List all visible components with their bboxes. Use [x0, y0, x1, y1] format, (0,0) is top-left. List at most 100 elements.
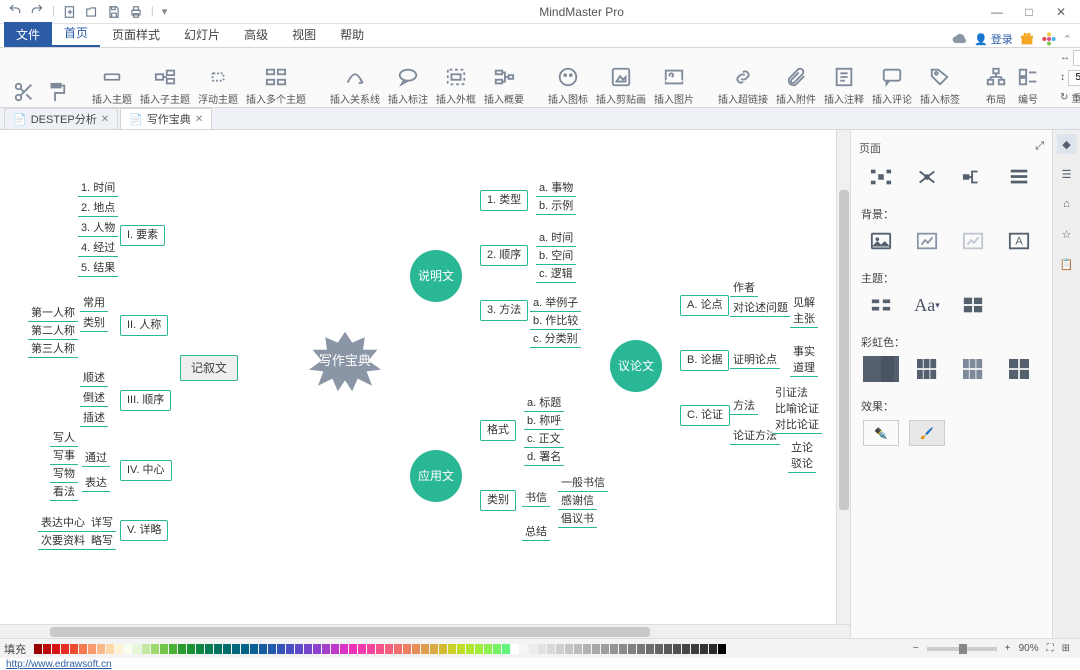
color-swatch[interactable]	[205, 644, 213, 654]
sidetab-clipart[interactable]: ☆	[1057, 224, 1077, 244]
color-swatch[interactable]	[700, 644, 708, 654]
color-swatch[interactable]	[43, 644, 51, 654]
mindmap-node[interactable]: b. 作比较	[530, 313, 581, 330]
insert-subtopic-button[interactable]: 插入子主题	[136, 50, 194, 106]
mindmap-node[interactable]: II. 人称	[120, 315, 168, 336]
color-swatch[interactable]	[709, 644, 717, 654]
effect-pen[interactable]: ✒️	[863, 420, 899, 446]
horizontal-scrollbar[interactable]	[0, 624, 850, 638]
layout-preset-2[interactable]	[909, 164, 945, 190]
theme-preset-1[interactable]	[863, 292, 899, 318]
mindmap-node[interactable]: A. 论点	[680, 295, 729, 316]
menu-tab-help[interactable]: 帮助	[328, 22, 376, 47]
theme-color-button[interactable]	[955, 292, 991, 318]
clipart-button[interactable]: 插入剪贴画	[592, 50, 650, 106]
mindmap-node[interactable]: a. 举例子	[530, 295, 581, 312]
mindmap-node[interactable]: 5. 结果	[78, 260, 118, 277]
insert-multi-button[interactable]: 插入多个主题	[242, 50, 310, 106]
mindmap-node[interactable]: 驳论	[788, 456, 816, 473]
mindmap-node[interactable]: 立论	[788, 440, 816, 457]
image-button[interactable]: 插入图片	[650, 50, 698, 106]
hyperlink-button[interactable]: 插入超链接	[714, 50, 772, 106]
color-swatch[interactable]	[475, 644, 483, 654]
print-icon[interactable]	[129, 5, 143, 19]
mindmap-node[interactable]: 第一人称	[28, 305, 78, 322]
mindmap-node[interactable]: 写物	[50, 466, 78, 483]
color-swatch[interactable]	[34, 644, 42, 654]
doc-tab-destep[interactable]: 📄 DESTEP分析 ✕	[4, 108, 118, 129]
layout-preset-4[interactable]	[1001, 164, 1037, 190]
close-button[interactable]: ✕	[1052, 5, 1070, 19]
mindmap-node[interactable]: 插述	[80, 410, 108, 427]
color-swatch[interactable]	[61, 644, 69, 654]
color-swatch[interactable]	[592, 644, 600, 654]
color-swatch[interactable]	[331, 644, 339, 654]
mindmap-node[interactable]: IV. 中心	[120, 460, 172, 481]
mindmap-node[interactable]: 记叙文	[180, 355, 238, 381]
menu-tab-view[interactable]: 视图	[280, 22, 328, 47]
vendor-link[interactable]: http://www.edrawsoft.cn	[0, 659, 112, 670]
callout-button[interactable]: 插入标注	[384, 50, 432, 106]
color-swatch[interactable]	[241, 644, 249, 654]
color-swatch[interactable]	[367, 644, 375, 654]
color-swatch[interactable]	[286, 644, 294, 654]
mindmap-node[interactable]: 3. 方法	[480, 300, 528, 321]
color-swatch[interactable]	[313, 644, 321, 654]
mindmap-node[interactable]: 通过	[82, 450, 110, 467]
flower-icon[interactable]	[1041, 31, 1057, 47]
mindmap-node[interactable]: a. 事物	[536, 180, 576, 197]
color-swatch[interactable]	[124, 644, 132, 654]
mindmap-node[interactable]: 3. 人物	[78, 220, 118, 237]
save-icon[interactable]	[107, 5, 121, 19]
mindmap-node[interactable]: 对论述问题	[730, 300, 791, 317]
mindmap-node[interactable]: 第二人称	[28, 323, 78, 340]
rainbow-4[interactable]	[1001, 356, 1037, 382]
color-swatch[interactable]	[349, 644, 357, 654]
color-swatch[interactable]	[601, 644, 609, 654]
mindmap-node[interactable]: 比喻论证	[772, 401, 822, 418]
mindmap-node[interactable]: 主张	[790, 311, 818, 328]
sidetab-outline[interactable]: ☰	[1057, 164, 1077, 184]
mindmap-node[interactable]: 引证法	[772, 385, 811, 402]
color-swatch[interactable]	[574, 644, 582, 654]
mindmap-node[interactable]: 应用文	[410, 450, 462, 502]
effect-brush[interactable]: 🖌️	[909, 420, 945, 446]
color-swatch[interactable]	[556, 644, 564, 654]
mindmap-node[interactable]: 倡议书	[558, 511, 597, 528]
color-swatch[interactable]	[484, 644, 492, 654]
zoom-in-icon[interactable]: +	[1005, 643, 1011, 654]
mindmap-node[interactable]: C. 论证	[680, 405, 730, 426]
mindmap-node[interactable]: c. 分类别	[530, 331, 581, 348]
mindmap-node[interactable]: 详写	[88, 515, 116, 532]
gift-icon[interactable]	[1019, 31, 1035, 47]
scissors-button[interactable]	[8, 50, 40, 106]
number-button[interactable]: 编号	[1012, 50, 1044, 106]
open-icon[interactable]	[85, 5, 99, 19]
color-swatch[interactable]	[547, 644, 555, 654]
summary-button[interactable]: 插入概要	[480, 50, 528, 106]
color-swatch[interactable]	[376, 644, 384, 654]
mindmap-node[interactable]: 类别	[480, 490, 516, 511]
mindmap-node[interactable]: 常用	[80, 295, 108, 312]
mindmap-node[interactable]: B. 论据	[680, 350, 729, 371]
mindmap-node[interactable]: 2. 地点	[78, 200, 118, 217]
color-swatch[interactable]	[637, 644, 645, 654]
color-swatch[interactable]	[628, 644, 636, 654]
color-swatch[interactable]	[169, 644, 177, 654]
color-swatch[interactable]	[610, 644, 618, 654]
bg-preset-3[interactable]	[955, 228, 991, 254]
color-swatch[interactable]	[655, 644, 663, 654]
mindmap-node[interactable]: 见解	[790, 295, 818, 312]
color-swatch[interactable]	[295, 644, 303, 654]
login-link[interactable]: 👤 登录	[974, 31, 1013, 47]
minimize-button[interactable]: —	[988, 5, 1006, 19]
comment-button[interactable]: 插入评论	[868, 50, 916, 106]
mindmap-node[interactable]: 一般书信	[558, 475, 608, 492]
color-swatch[interactable]	[277, 644, 285, 654]
mindmap-node[interactable]: 表达	[82, 475, 110, 492]
color-swatch[interactable]	[151, 644, 159, 654]
maximize-button[interactable]: □	[1020, 5, 1038, 19]
color-swatch[interactable]	[79, 644, 87, 654]
color-swatch[interactable]	[214, 644, 222, 654]
theme-font-button[interactable]: Aa▾	[909, 292, 945, 318]
